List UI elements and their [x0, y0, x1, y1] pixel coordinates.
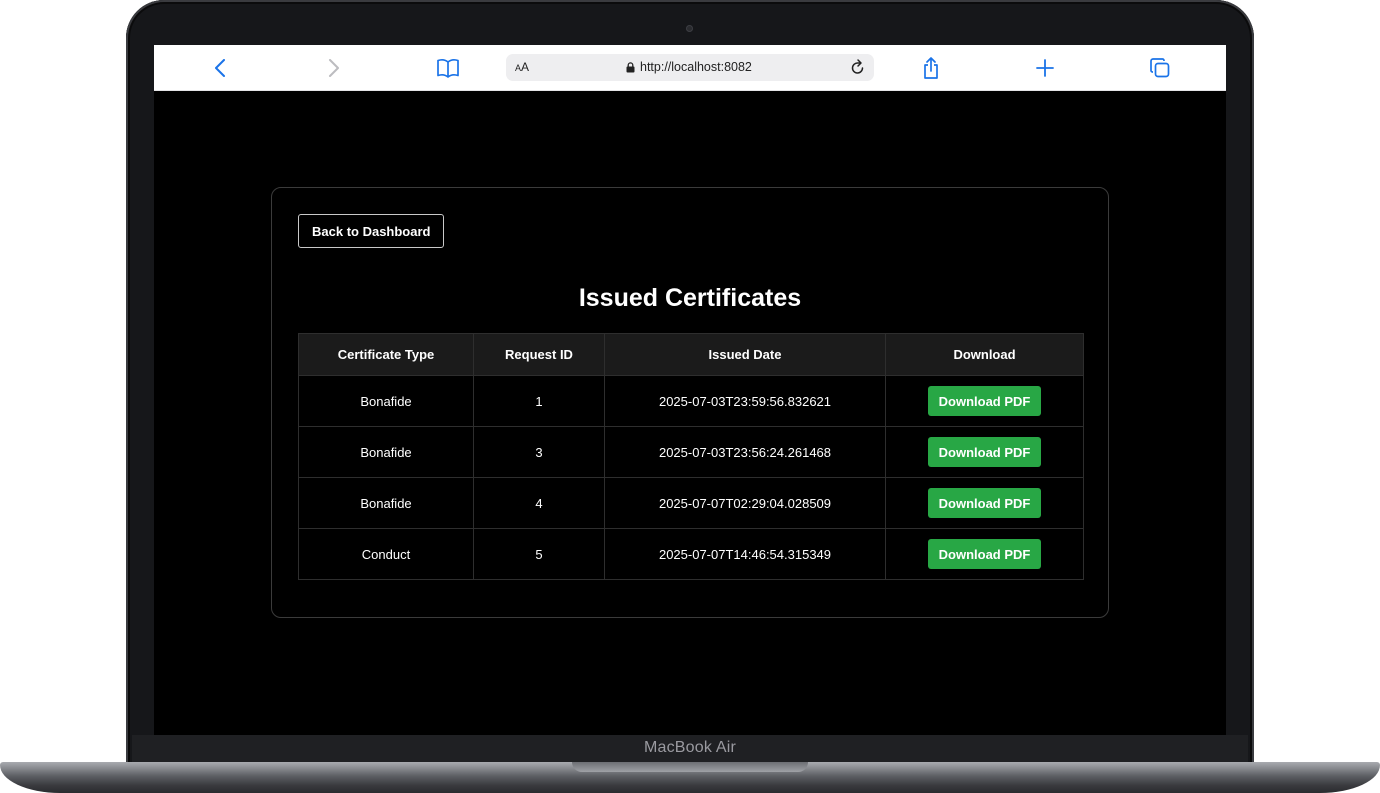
download-cell: Download PDF: [885, 528, 1084, 580]
reload-icon[interactable]: [850, 58, 866, 81]
request-id-cell: 5: [473, 528, 605, 580]
page-title: Issued Certificates: [578, 284, 802, 312]
lock-icon: [626, 61, 635, 72]
screen: AA http://localhost:8082 Back to Dashboa…: [154, 45, 1226, 735]
browser-toolbar: AA http://localhost:8082: [154, 45, 1226, 91]
certificate-type-cell: Conduct: [298, 528, 474, 580]
table-row: Conduct 5 2025-07-07T14:46:54.315349 Dow…: [298, 528, 1084, 580]
share-icon[interactable]: [918, 55, 944, 81]
laptop-notch: [572, 762, 808, 772]
table-row: Bonafide 4 2025-07-07T02:29:04.028509 Do…: [298, 477, 1084, 529]
request-id-cell: 3: [473, 426, 605, 478]
download-cell: Download PDF: [885, 426, 1084, 478]
camera-icon: [686, 25, 693, 32]
request-id-cell: 1: [473, 375, 605, 427]
issued-date-cell: 2025-07-07T14:46:54.315349: [604, 528, 886, 580]
certificate-type-cell: Bonafide: [298, 477, 474, 529]
laptop-chin: MacBook Air: [132, 735, 1248, 765]
device-label: MacBook Air: [643, 739, 736, 756]
certificates-table: Certificate Type Request ID Issued Date …: [298, 333, 1084, 580]
bookmarks-icon[interactable]: [435, 55, 461, 81]
download-pdf-button[interactable]: Download PDF: [928, 386, 1041, 416]
address-bar[interactable]: AA http://localhost:8082: [506, 54, 874, 81]
certificate-type-cell: Bonafide: [298, 375, 474, 427]
certificates-card: Back to Dashboard Issued Certificates Ce…: [271, 187, 1109, 618]
download-cell: Download PDF: [885, 477, 1084, 529]
download-pdf-button[interactable]: Download PDF: [928, 437, 1041, 467]
back-chevron-icon[interactable]: [207, 55, 233, 81]
issued-date-cell: 2025-07-03T23:56:24.261468: [604, 426, 886, 478]
column-header-request-id: Request ID: [473, 333, 605, 376]
column-header-certificate-type: Certificate Type: [298, 333, 474, 376]
download-pdf-button[interactable]: Download PDF: [928, 539, 1041, 569]
issued-date-cell: 2025-07-07T02:29:04.028509: [604, 477, 886, 529]
url-text: http://localhost:8082: [640, 60, 752, 74]
forward-chevron-icon[interactable]: [321, 55, 347, 81]
request-id-cell: 4: [473, 477, 605, 529]
tabs-overview-icon[interactable]: [1147, 55, 1173, 81]
url-display: http://localhost:8082: [626, 60, 752, 74]
text-size-button[interactable]: AA: [515, 60, 529, 74]
download-cell: Download PDF: [885, 375, 1084, 427]
table-row: Bonafide 3 2025-07-03T23:56:24.261468 Do…: [298, 426, 1084, 478]
column-header-download: Download: [885, 333, 1084, 376]
certificate-type-cell: Bonafide: [298, 426, 474, 478]
table-header-row: Certificate Type Request ID Issued Date …: [298, 333, 1084, 376]
table-row: Bonafide 1 2025-07-03T23:59:56.832621 Do…: [298, 375, 1084, 427]
download-pdf-button[interactable]: Download PDF: [928, 488, 1041, 518]
new-tab-icon[interactable]: [1032, 55, 1058, 81]
column-header-issued-date: Issued Date: [604, 333, 886, 376]
back-to-dashboard-button[interactable]: Back to Dashboard: [298, 214, 445, 248]
issued-date-cell: 2025-07-03T23:59:56.832621: [604, 375, 886, 427]
